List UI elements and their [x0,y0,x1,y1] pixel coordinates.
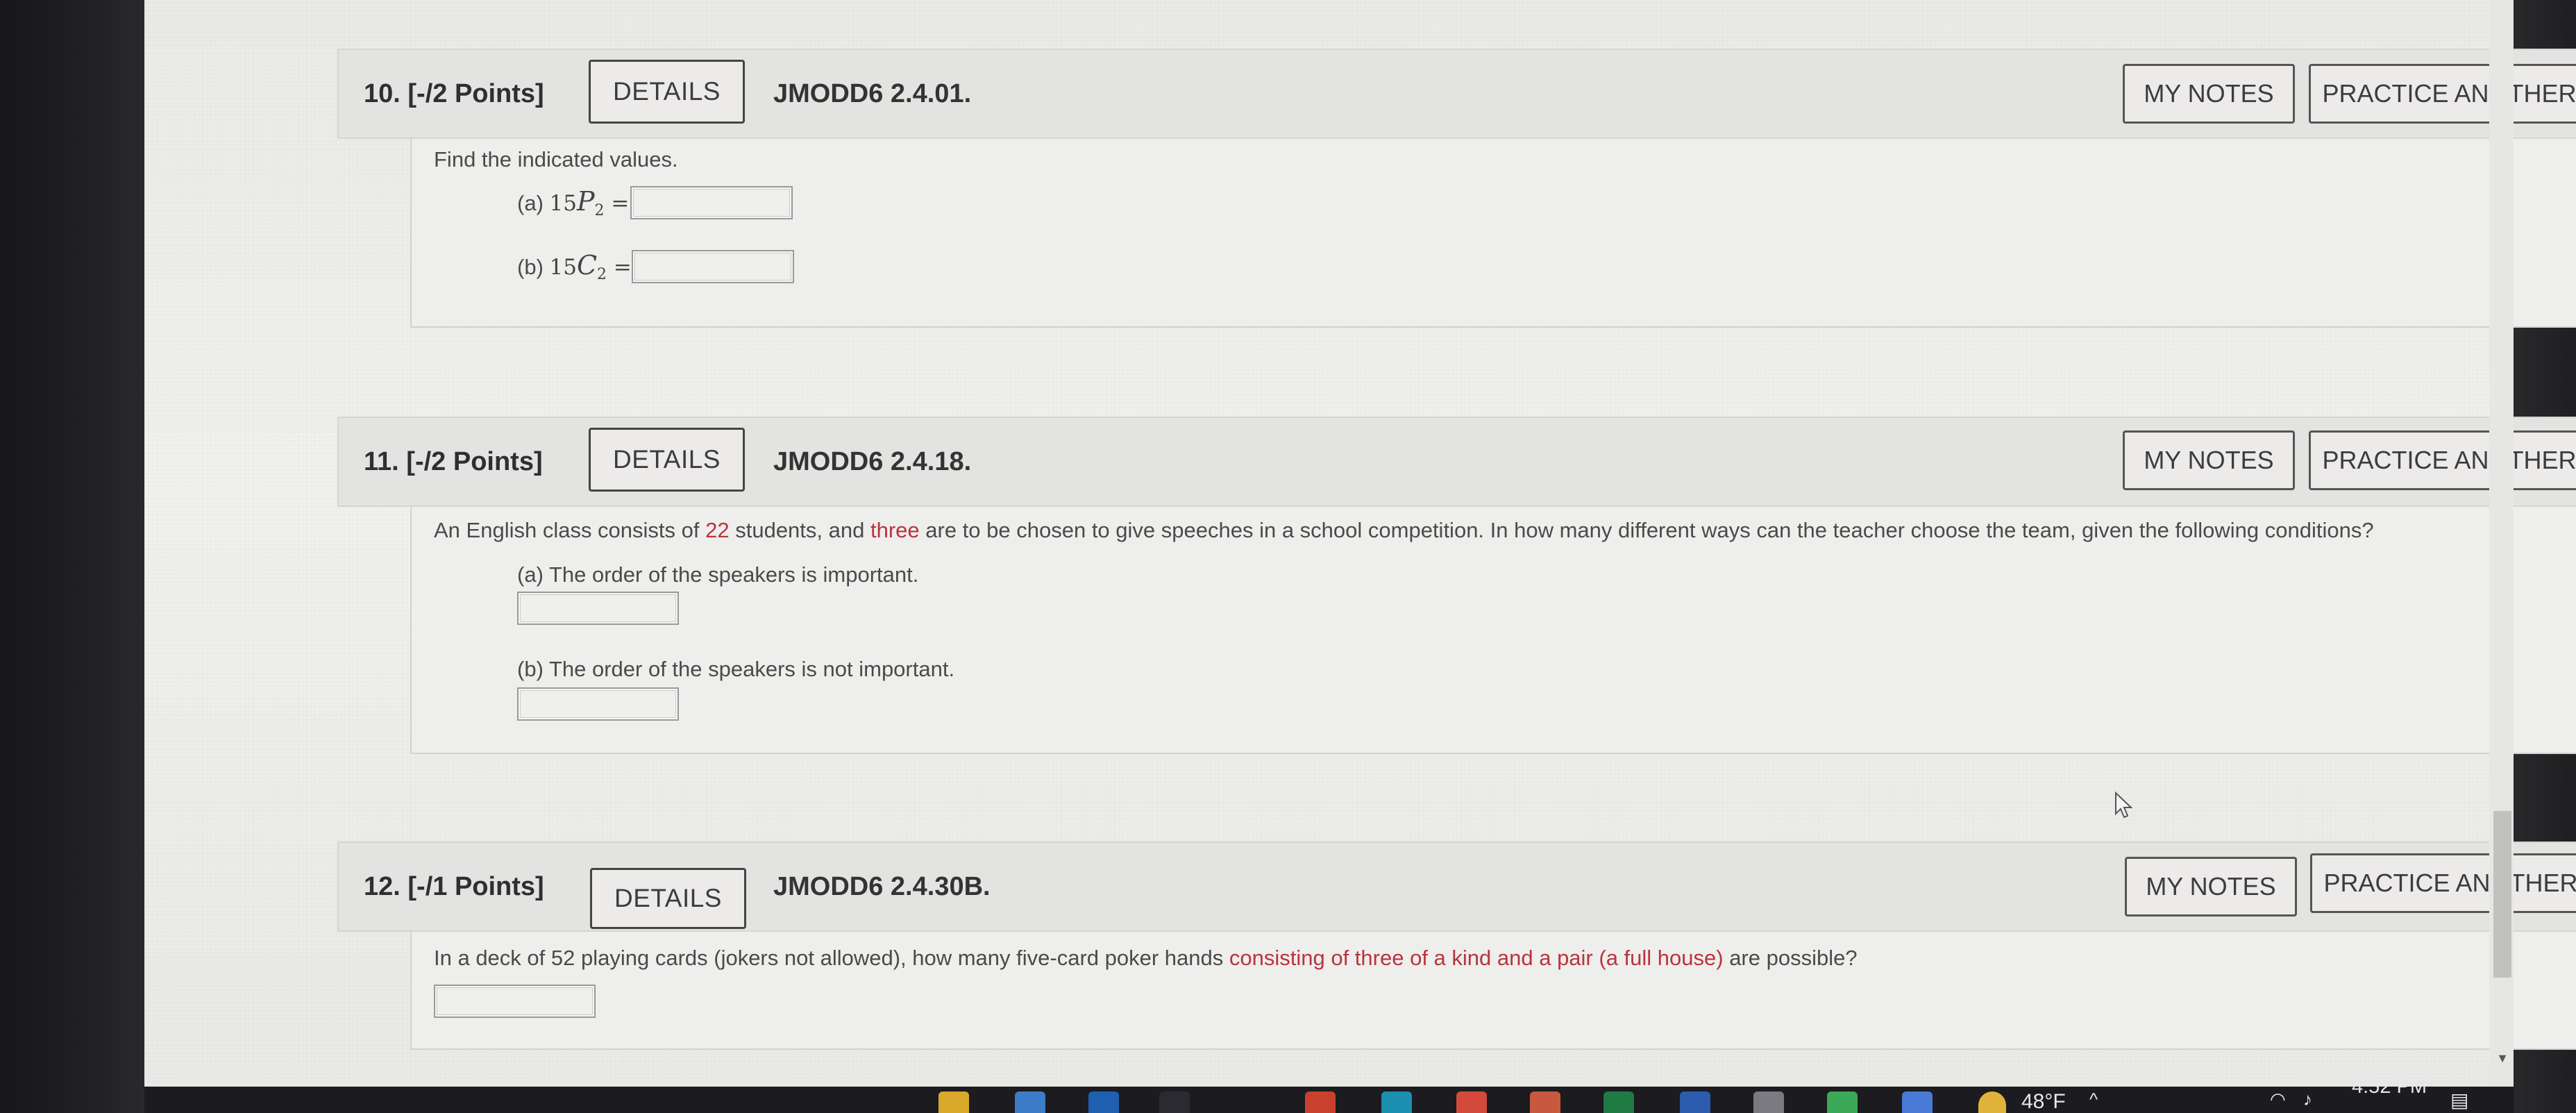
scrollbar-thumb[interactable] [2493,811,2511,978]
question-10-prompt: Find the indicated values. [434,147,678,171]
part-b-label: (b) [517,255,544,279]
question-11-prompt: An English class consists of 22 students… [434,518,2374,542]
question-12-header: 12. [-/1 Points] DETAILS JMODD6 2.4.30B.… [337,842,2576,932]
question-12-my-notes-button[interactable]: MY NOTES [2125,857,2297,917]
question-12-answer-input[interactable] [434,985,596,1018]
question-10-answer-b-input[interactable] [632,250,794,283]
weather-temp[interactable]: 48°F [2021,1090,2066,1113]
file-explorer-icon[interactable] [938,1091,969,1113]
question-12-prompt: In a deck of 52 playing cards (jokers no… [434,946,1858,970]
question-10-code: JMODD6 2.4.01. [773,78,972,108]
wifi-icon[interactable]: ◠ [2270,1089,2286,1110]
full-house-condition: consisting of three of a kind and a pair… [1229,946,1724,970]
notification-icon[interactable]: ▤ [2450,1089,2468,1112]
question-11-header: 11. [-/2 Points] DETAILS JMODD6 2.4.18. … [337,417,2576,507]
mail-icon[interactable] [1015,1091,1045,1113]
question-11-answer-a-input[interactable] [517,592,679,625]
question-12-details-button[interactable]: DETAILS [590,868,746,929]
question-10-details-button[interactable]: DETAILS [589,60,745,124]
question-10-my-notes-button[interactable]: MY NOTES [2123,64,2295,124]
student-count: 22 [705,518,730,542]
word-icon[interactable] [1680,1091,1710,1113]
question-10-number: 10. [-/2 Points] [364,78,544,108]
question-12-body: In a deck of 52 playing cards (jokers no… [410,932,2576,1050]
part-a-label: (a) [517,191,544,215]
chosen-count: three [870,518,920,542]
store-icon[interactable] [1088,1091,1119,1113]
question-11-my-notes-button[interactable]: MY NOTES [2123,430,2295,490]
chevron-up-icon[interactable]: ^ [2089,1089,2098,1110]
question-12-number: 12. [-/1 Points] [364,871,544,901]
cursor-arrow-icon [2115,792,2133,819]
gear-icon[interactable] [1753,1091,1784,1113]
question-12-practice-another-button[interactable]: PRACTICE ANOTHER [2310,853,2576,913]
webassign-page: 10. [-/2 Points] DETAILS JMODD6 2.4.01. … [144,0,2576,1087]
question-11-body: An English class consists of 22 students… [410,507,2576,754]
question-11-practice-another-button[interactable]: PRACTICE ANOTHER [2309,430,2576,490]
question-10-part-a: (a) 15P2 = [517,186,629,219]
help-icon[interactable] [1902,1091,1933,1113]
permutation-expression: 15P2 = [549,186,630,220]
office-icon[interactable] [1305,1091,1336,1113]
question-11-answer-b-input[interactable] [517,687,679,721]
question-11-number: 11. [-/2 Points] [364,446,543,476]
combination-expression: 15C2 = [549,250,632,284]
question-10-answer-a-input[interactable] [630,186,793,219]
question-10-part-b: (b) 15C2 = [517,250,632,283]
question-11-details-button[interactable]: DETAILS [589,428,745,492]
upload-icon[interactable] [1827,1091,1858,1113]
volume-icon[interactable]: ♪ [2303,1089,2312,1110]
powerpoint-icon[interactable] [1530,1091,1560,1113]
question-11-part-a: (a) The order of the speakers is importa… [517,562,919,587]
clock-time[interactable]: 4:52 PM [2352,1076,2427,1098]
question-11-part-b: (b) The order of the speakers is not imp… [517,657,955,681]
question-10-header: 10. [-/2 Points] DETAILS JMODD6 2.4.01. … [337,49,2576,139]
chrome-icon[interactable] [1456,1091,1487,1113]
question-12-code: JMODD6 2.4.30B. [773,871,991,901]
edge-icon[interactable] [1381,1091,1412,1113]
question-10-body: Find the indicated values. (a) 15P2 = (b… [410,139,2576,328]
dropbox-icon[interactable] [1159,1091,1190,1113]
question-11-code: JMODD6 2.4.18. [773,446,972,476]
question-10-practice-another-button[interactable]: PRACTICE ANOTHER [2309,64,2576,124]
scroll-down-icon[interactable]: ▼ [2493,1050,2512,1066]
excel-icon[interactable] [1603,1091,1634,1113]
